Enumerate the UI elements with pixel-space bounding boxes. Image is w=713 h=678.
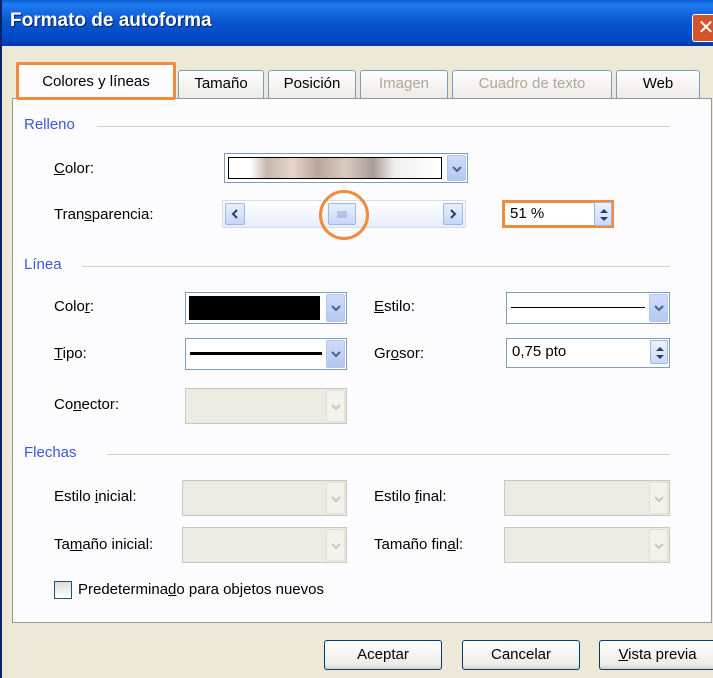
slider-highlight-circle	[319, 190, 369, 240]
preview-button[interactable]: Vista previa	[599, 640, 713, 670]
cancel-button[interactable]: Cancelar	[462, 640, 580, 670]
chevron-down-icon	[654, 496, 664, 503]
close-icon[interactable]: ✕	[692, 14, 713, 42]
end-style-dropdown-button	[649, 482, 668, 514]
slider-left-button[interactable]	[225, 203, 245, 225]
up-down-arrows-icon	[656, 347, 664, 359]
format-autoshape-dialog: Formato de autoforma ✕ Colores y líneas …	[0, 0, 713, 678]
transparency-value: 51 %	[510, 205, 545, 222]
line-style-dropdown[interactable]	[506, 292, 670, 324]
title-bar[interactable]: Formato de autoforma ✕	[2, 0, 713, 46]
chevron-down-icon	[654, 543, 664, 550]
line-style-label: Estilo:	[374, 298, 415, 315]
tab-position[interactable]: Posición	[268, 70, 356, 98]
end-style-label: Estilo final:	[374, 488, 447, 505]
fill-color-label: Color:	[54, 160, 95, 177]
line-weight-label: Grosor:	[374, 345, 425, 362]
default-for-new-objects-label[interactable]: Predeterminado para objetos nuevos	[78, 581, 324, 598]
transparency-label: Transparencia:	[54, 206, 154, 223]
fill-color-dropdown-button[interactable]	[447, 155, 466, 181]
line-style-dropdown-button[interactable]	[649, 294, 668, 322]
chevron-down-icon	[331, 404, 341, 411]
line-color-label: Color:	[54, 298, 95, 315]
fill-color-dropdown[interactable]	[224, 153, 468, 183]
line-type-preview	[190, 352, 322, 355]
group-fill-divider	[97, 126, 670, 127]
begin-style-label: Estilo inicial:	[54, 488, 137, 505]
line-weight-input[interactable]: 0,75 pto	[506, 338, 670, 368]
slider-right-button[interactable]	[443, 203, 463, 225]
begin-style-dropdown-button	[326, 482, 345, 514]
window-title: Formato de autoforma	[10, 10, 212, 31]
begin-size-label: Tamaño inicial:	[54, 536, 154, 553]
ok-button[interactable]: Aceptar	[324, 640, 442, 670]
fill-color-swatch	[228, 157, 442, 179]
chevron-down-icon	[331, 305, 341, 312]
line-type-label: Tipo:	[54, 345, 87, 362]
end-size-label: Tamaño final:	[374, 536, 464, 553]
default-for-new-objects-checkbox[interactable]	[54, 581, 72, 599]
chevron-right-icon	[450, 209, 457, 219]
group-line-divider	[82, 266, 670, 267]
line-color-dropdown[interactable]	[185, 292, 347, 324]
chevron-down-icon	[654, 305, 664, 312]
begin-style-dropdown	[182, 480, 347, 516]
line-color-swatch	[189, 296, 320, 320]
group-fill-label: Relleno	[24, 116, 83, 133]
begin-size-dropdown-button	[326, 529, 345, 561]
group-line-label: Línea	[24, 256, 70, 273]
line-weight-spinner[interactable]	[650, 340, 668, 364]
tab-text-box: Cuadro de texto	[452, 70, 612, 98]
transparency-spinner[interactable]	[594, 202, 612, 226]
group-arrows-label: Flechas	[24, 444, 85, 461]
tab-web[interactable]: Web	[616, 70, 700, 98]
end-size-dropdown	[504, 527, 670, 563]
line-weight-value: 0,75 pto	[512, 343, 567, 360]
chevron-down-icon	[452, 166, 462, 173]
line-type-dropdown[interactable]	[185, 338, 347, 370]
transparency-input[interactable]: 51 %	[502, 200, 614, 228]
tab-colors-lines[interactable]: Colores y líneas	[16, 62, 176, 100]
connector-dropdown	[185, 388, 347, 424]
up-down-arrows-icon	[600, 209, 608, 221]
connector-dropdown-button	[326, 390, 345, 422]
chevron-down-icon	[331, 543, 341, 550]
group-arrows-divider	[107, 454, 670, 455]
connector-label: Conector:	[54, 396, 120, 413]
chevron-left-icon	[231, 209, 238, 219]
line-style-preview	[511, 307, 645, 308]
end-size-dropdown-button	[649, 529, 668, 561]
end-style-dropdown	[504, 480, 670, 516]
tab-size[interactable]: Tamaño	[178, 70, 264, 98]
line-color-dropdown-button[interactable]	[326, 294, 345, 322]
line-type-dropdown-button[interactable]	[326, 340, 345, 368]
begin-size-dropdown	[182, 527, 347, 563]
chevron-down-icon	[331, 351, 341, 358]
chevron-down-icon	[331, 496, 341, 503]
tab-picture: Imagen	[360, 70, 448, 98]
